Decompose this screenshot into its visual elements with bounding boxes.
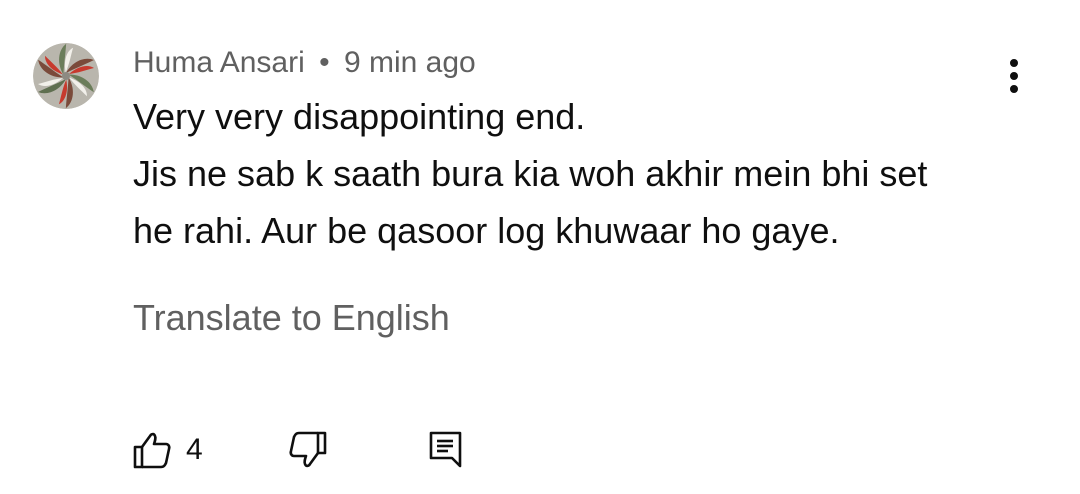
thumbs-down-icon xyxy=(289,431,327,468)
avatar-image xyxy=(33,43,99,109)
reply-comment-icon xyxy=(429,431,462,468)
comment-body-line: Very very disappointing end. xyxy=(133,96,586,137)
dislike-button[interactable] xyxy=(288,425,328,475)
comment-body: Very very disappointing end. Jis ne sab … xyxy=(133,88,1013,259)
comment-body-line: he rahi. Aur be qasoor log khuwaar ho ga… xyxy=(133,210,840,251)
reply-button[interactable] xyxy=(428,425,464,475)
comment-body-line: Jis ne sab k saath bura kia woh akhir me… xyxy=(133,153,928,194)
author-name[interactable]: Huma Ansari xyxy=(133,46,305,79)
translate-button[interactable]: Translate to English xyxy=(133,295,450,341)
comment-header: Huma Ansari • 9 min ago xyxy=(133,44,476,82)
more-options-button[interactable] xyxy=(994,54,1034,98)
avatar[interactable] xyxy=(33,43,99,109)
meta-separator: • xyxy=(319,46,330,79)
like-count: 4 xyxy=(186,433,203,466)
comment-timestamp: 9 min ago xyxy=(343,46,476,79)
comment-actions: 4 xyxy=(0,425,1080,475)
comment-item: Huma Ansari • 9 min ago Very very disapp… xyxy=(0,0,1080,494)
like-button[interactable]: 4 xyxy=(132,425,203,475)
thumbs-up-icon xyxy=(133,432,171,469)
